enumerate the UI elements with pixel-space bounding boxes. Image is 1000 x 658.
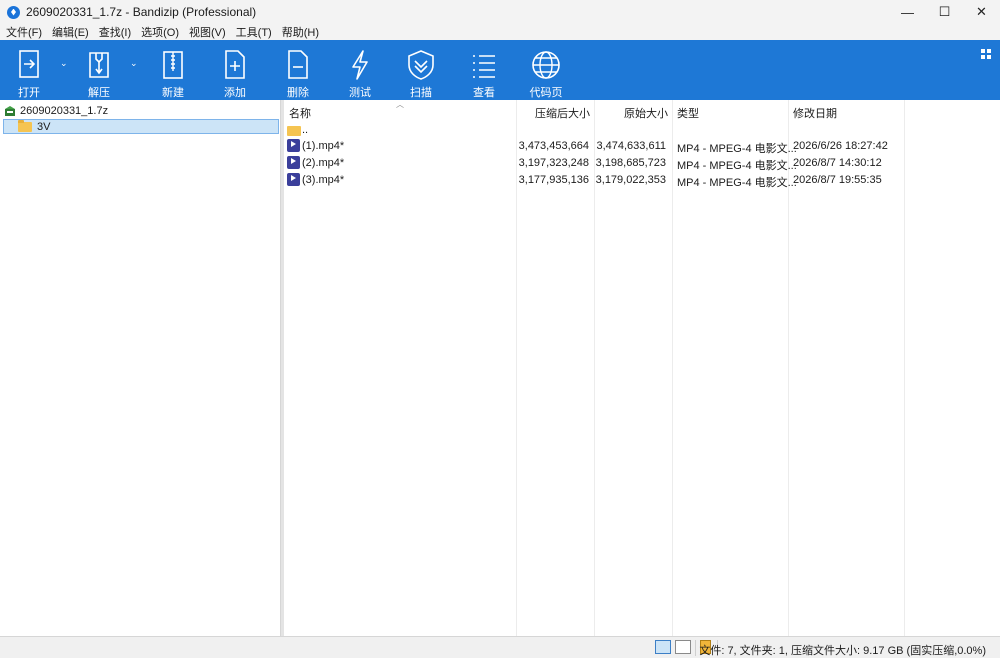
modified-date: 2026/8/7 14:30:12 xyxy=(793,157,882,169)
packed-size: 3,177,935,136 xyxy=(518,174,589,186)
column-header-modified[interactable]: 修改日期 xyxy=(793,105,837,121)
tree-root-label: 2609020331_1.7z xyxy=(20,105,109,117)
delete-file-icon xyxy=(278,46,318,83)
window-controls: — ☐ ✕ xyxy=(889,0,1000,24)
list-view-icon xyxy=(464,46,504,83)
codepage-button[interactable]: 代码页 xyxy=(526,40,566,100)
file-name: (1).mp4* xyxy=(302,140,345,152)
extract-icon xyxy=(79,46,119,83)
file-name: (3).mp4* xyxy=(302,174,345,186)
original-size: 3,474,633,611 xyxy=(596,140,666,152)
column-header-type[interactable]: 类型 xyxy=(677,105,699,121)
bandizip-logo-icon xyxy=(7,5,20,19)
menu-file[interactable]: 文件(F) xyxy=(3,24,45,40)
delete-label: 删除 xyxy=(287,87,309,99)
scan-label: 扫描 xyxy=(410,87,432,99)
tree-root-archive[interactable]: 2609020331_1.7z xyxy=(4,104,108,118)
view-label: 查看 xyxy=(473,87,495,99)
codepage-label: 代码页 xyxy=(529,87,563,99)
archive-icon xyxy=(5,106,15,116)
column-header-packed-size[interactable]: 压缩后大小 xyxy=(516,105,590,121)
table-row[interactable]: (2).mp4* 3,197,323,248 3,198,685,723 MP4… xyxy=(284,155,1000,172)
lightning-icon xyxy=(340,46,380,83)
extract-dropdown-icon[interactable]: ⌄ xyxy=(130,58,138,69)
file-name: (2).mp4* xyxy=(302,157,345,169)
menu-find[interactable]: 查找(I) xyxy=(96,24,134,40)
details-view-icon[interactable] xyxy=(655,640,671,654)
column-header-original-size[interactable]: 原始大小 xyxy=(594,105,668,121)
scan-button[interactable]: 扫描 xyxy=(401,40,441,100)
open-icon xyxy=(9,46,49,83)
folder-tree: 2609020331_1.7z 3V xyxy=(0,100,281,636)
menu-options[interactable]: 选项(O) xyxy=(138,24,182,40)
maximize-button[interactable]: ☐ xyxy=(926,0,963,24)
sort-ascending-icon: ︿ xyxy=(396,100,404,109)
status-text: 文件: 7, 文件夹: 1, 压缩文件大小: 9.17 GB (固实压缩,0.0… xyxy=(699,645,986,657)
tree-item-3v[interactable]: 3V xyxy=(3,119,279,134)
file-list: ︿ 名称 压缩后大小 原始大小 类型 修改日期 .. (1).mp4* 3,47… xyxy=(284,100,1000,636)
menu-edit[interactable]: 编辑(E) xyxy=(49,24,92,40)
menu-bar: 文件(F) 编辑(E) 查找(I) 选项(O) 视图(V) 工具(T) 帮助(H… xyxy=(0,24,1000,40)
open-button[interactable]: 打开 xyxy=(9,40,49,100)
modified-date: 2026/6/26 18:27:42 xyxy=(793,140,888,152)
new-archive-label: 新建 xyxy=(162,87,184,99)
window-title: 2609020331_1.7z - Bandizip (Professional… xyxy=(26,5,257,19)
menu-help[interactable]: 帮助(H) xyxy=(279,24,322,40)
test-button[interactable]: 测试 xyxy=(340,40,380,100)
file-type: MP4 - MPEG-4 电影文... xyxy=(677,160,797,172)
packed-size: 3,473,453,664 xyxy=(518,140,589,152)
add-file-icon xyxy=(215,46,255,83)
extract-button[interactable]: 解压 xyxy=(79,40,119,100)
new-archive-button[interactable]: 新建 xyxy=(153,40,193,100)
close-button[interactable]: ✕ xyxy=(963,0,1000,24)
new-archive-icon xyxy=(153,46,193,83)
folder-icon xyxy=(18,119,32,132)
preview-view-icon[interactable] xyxy=(675,640,691,654)
extract-label: 解压 xyxy=(88,87,110,99)
menu-tools[interactable]: 工具(T) xyxy=(233,24,275,40)
video-file-icon xyxy=(287,139,300,152)
table-row[interactable]: (1).mp4* 3,473,453,664 3,474,633,611 MP4… xyxy=(284,138,1000,155)
status-bar: 文件: 7, 文件夹: 1, 压缩文件大小: 9.17 GB (固实压缩,0.0… xyxy=(0,636,1000,658)
video-file-icon xyxy=(287,173,300,186)
video-file-icon xyxy=(287,156,300,169)
table-row[interactable]: (3).mp4* 3,177,935,136 3,179,022,353 MP4… xyxy=(284,172,1000,189)
packed-size: 3,197,323,248 xyxy=(518,157,589,169)
folder-icon xyxy=(287,126,301,136)
column-header-name[interactable]: 名称 xyxy=(289,105,311,121)
test-label: 测试 xyxy=(349,87,371,99)
layout-grid-icon[interactable] xyxy=(980,48,992,60)
shield-icon xyxy=(401,46,441,83)
menu-view[interactable]: 视图(V) xyxy=(186,24,229,40)
list-item-parent-folder[interactable]: .. xyxy=(284,122,1000,138)
file-type: MP4 - MPEG-4 电影文... xyxy=(677,177,797,189)
view-button[interactable]: 查看 xyxy=(464,40,504,100)
original-size: 3,179,022,353 xyxy=(595,174,666,186)
main-toolbar: 打开 ⌄ 解压 ⌄ 新建 添加 删除 测试 扫描 查看 代码页 xyxy=(0,40,1000,100)
original-size: 3,198,685,723 xyxy=(595,157,666,169)
minimize-button[interactable]: — xyxy=(889,0,926,24)
globe-icon xyxy=(526,46,566,83)
open-label: 打开 xyxy=(18,87,40,99)
parent-folder-label: .. xyxy=(302,124,309,136)
file-type: MP4 - MPEG-4 电影文... xyxy=(677,143,797,155)
add-button[interactable]: 添加 xyxy=(215,40,255,100)
delete-button[interactable]: 删除 xyxy=(278,40,318,100)
add-label: 添加 xyxy=(224,87,246,99)
open-dropdown-icon[interactable]: ⌄ xyxy=(60,58,68,69)
title-bar: 2609020331_1.7z - Bandizip (Professional… xyxy=(0,0,1000,24)
modified-date: 2026/8/7 19:55:35 xyxy=(793,174,882,186)
tree-item-label: 3V xyxy=(37,120,51,133)
status-divider xyxy=(695,640,696,656)
